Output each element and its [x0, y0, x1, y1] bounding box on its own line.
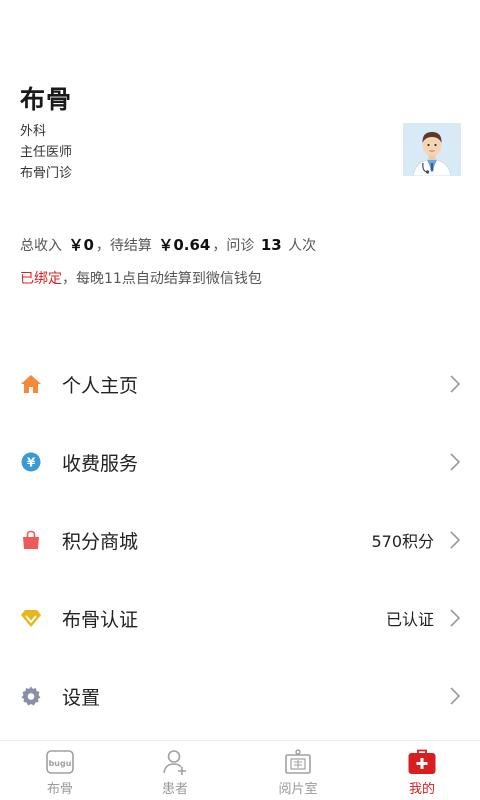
yuan-icon: ¥	[20, 451, 42, 473]
income-value: ￥0	[68, 236, 94, 254]
menu-label: 设置	[62, 686, 101, 709]
svg-text:bugu: bugu	[49, 759, 72, 768]
tab-label: 阅片室	[278, 782, 318, 797]
menu-label: 个人主页	[62, 374, 139, 397]
menu-item-personal-homepage[interactable]: 个人主页	[0, 354, 480, 414]
binding-status[interactable]: 已绑定	[20, 271, 62, 287]
doctor-avatar-icon	[403, 123, 461, 176]
tab-label: 布骨	[46, 782, 73, 797]
avatar[interactable]	[403, 123, 461, 176]
medical-kit-icon	[408, 749, 436, 774]
menu-label: 收费服务	[62, 452, 139, 475]
tab-label: 我的	[408, 782, 435, 797]
tab-bugu[interactable]: bugu 布骨	[0, 741, 120, 800]
menu-label: 布骨认证	[62, 608, 139, 631]
menu-item-bugu-certification[interactable]: 布骨认证 已认证	[0, 588, 480, 648]
certification-status: 已认证	[385, 610, 434, 629]
tab-reading-room[interactable]: 阅片室	[238, 741, 358, 800]
svg-text:¥: ¥	[27, 456, 36, 470]
chevron-right-icon	[450, 687, 461, 705]
menu-item-settings[interactable]: 设置	[0, 666, 480, 726]
income-label: 总收入	[20, 238, 62, 254]
chevron-right-icon	[450, 531, 461, 549]
tab-patients[interactable]: 患者	[115, 741, 235, 800]
department-label: 外科	[20, 124, 47, 139]
wechat-binding-info: 已绑定，每晚11点自动结算到微信钱包	[20, 268, 262, 288]
chevron-right-icon	[450, 375, 461, 393]
menu-label: 积分商城	[62, 530, 139, 553]
job-title-label: 主任医师	[20, 145, 73, 160]
tab-mine[interactable]: 我的	[362, 741, 480, 800]
doctor-name: 布骨	[20, 85, 73, 114]
points-balance: 570积分	[371, 532, 434, 551]
menu-item-points-mall[interactable]: 积分商城 570积分	[0, 510, 480, 570]
pending-label: ，待结算	[95, 238, 152, 254]
chevron-right-icon	[450, 609, 461, 627]
gear-icon	[20, 685, 42, 707]
consult-unit: 人次	[288, 238, 317, 254]
bugu-logo-icon: bugu	[46, 750, 74, 774]
binding-note: ，每晚11点自动结算到微信钱包	[62, 271, 262, 287]
clinic-label: 布骨门诊	[20, 166, 73, 181]
menu-item-paid-services[interactable]: ¥ 收费服务	[0, 432, 480, 492]
consult-label: ，问诊	[212, 238, 255, 254]
shopping-bag-icon	[20, 529, 42, 551]
consult-count: 13	[260, 236, 282, 254]
tab-label: 患者	[161, 782, 188, 797]
income-summary: 总收入 ￥0 ，待结算 ￥0.64 ，问诊 13 人次	[20, 234, 316, 255]
bottom-tab-bar: bugu 布骨 患者 阅片室 我的	[0, 740, 480, 800]
home-icon	[20, 373, 42, 395]
add-user-icon	[163, 750, 186, 775]
xray-viewer-icon	[285, 749, 311, 774]
diamond-icon	[20, 607, 42, 629]
pending-value: ￥0.64	[158, 236, 211, 254]
profile-screen: 布骨 外科 主任医师 布骨门诊 总收入 ￥0 ，待结算 ￥0.64 ，问诊 13…	[0, 0, 480, 800]
chevron-right-icon	[450, 453, 461, 471]
